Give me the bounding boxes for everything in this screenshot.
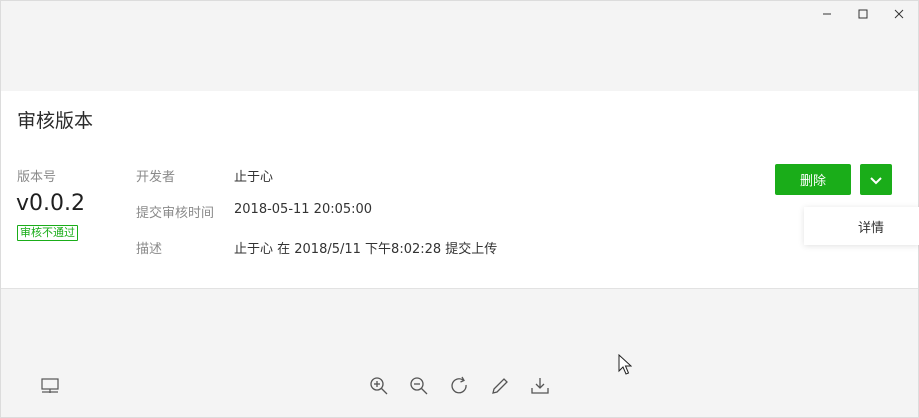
developer-label: 开发者 bbox=[136, 170, 176, 185]
version-value: v0.0.2 bbox=[16, 191, 85, 216]
close-icon[interactable] bbox=[890, 5, 908, 23]
zoom-out-icon[interactable] bbox=[409, 376, 429, 396]
window-controls bbox=[818, 5, 908, 23]
review-version-card: 审核版本 版本号 v0.0.2 审核不通过 开发者 止于心 提交审核时间 201… bbox=[1, 91, 919, 289]
zoom-in-icon[interactable] bbox=[369, 376, 389, 396]
layout-icon[interactable] bbox=[40, 376, 60, 396]
card-title: 审核版本 bbox=[17, 110, 94, 132]
chevron-down-icon bbox=[870, 170, 882, 189]
submit-time-value: 2018-05-11 20:05:00 bbox=[234, 202, 373, 217]
maximize-icon[interactable] bbox=[854, 5, 872, 23]
more-options-button[interactable] bbox=[860, 164, 892, 195]
delete-button[interactable]: 删除 bbox=[775, 164, 851, 195]
developer-value: 止于心 bbox=[234, 170, 274, 185]
edit-icon[interactable] bbox=[490, 376, 510, 396]
mouse-cursor-icon bbox=[618, 353, 633, 380]
description-value: 止于心 在 2018/5/11 下午8:02:28 提交上传 bbox=[234, 242, 498, 257]
download-icon[interactable] bbox=[530, 376, 550, 396]
rotate-icon[interactable] bbox=[450, 376, 470, 396]
status-badge: 审核不通过 bbox=[17, 225, 78, 241]
version-label: 版本号 bbox=[17, 170, 57, 185]
submit-time-label: 提交审核时间 bbox=[136, 206, 215, 221]
minimize-icon[interactable] bbox=[818, 5, 836, 23]
options-dropdown: 详情 bbox=[804, 207, 919, 245]
description-label: 描述 bbox=[136, 242, 163, 257]
dropdown-item-details[interactable]: 详情 bbox=[804, 207, 919, 245]
